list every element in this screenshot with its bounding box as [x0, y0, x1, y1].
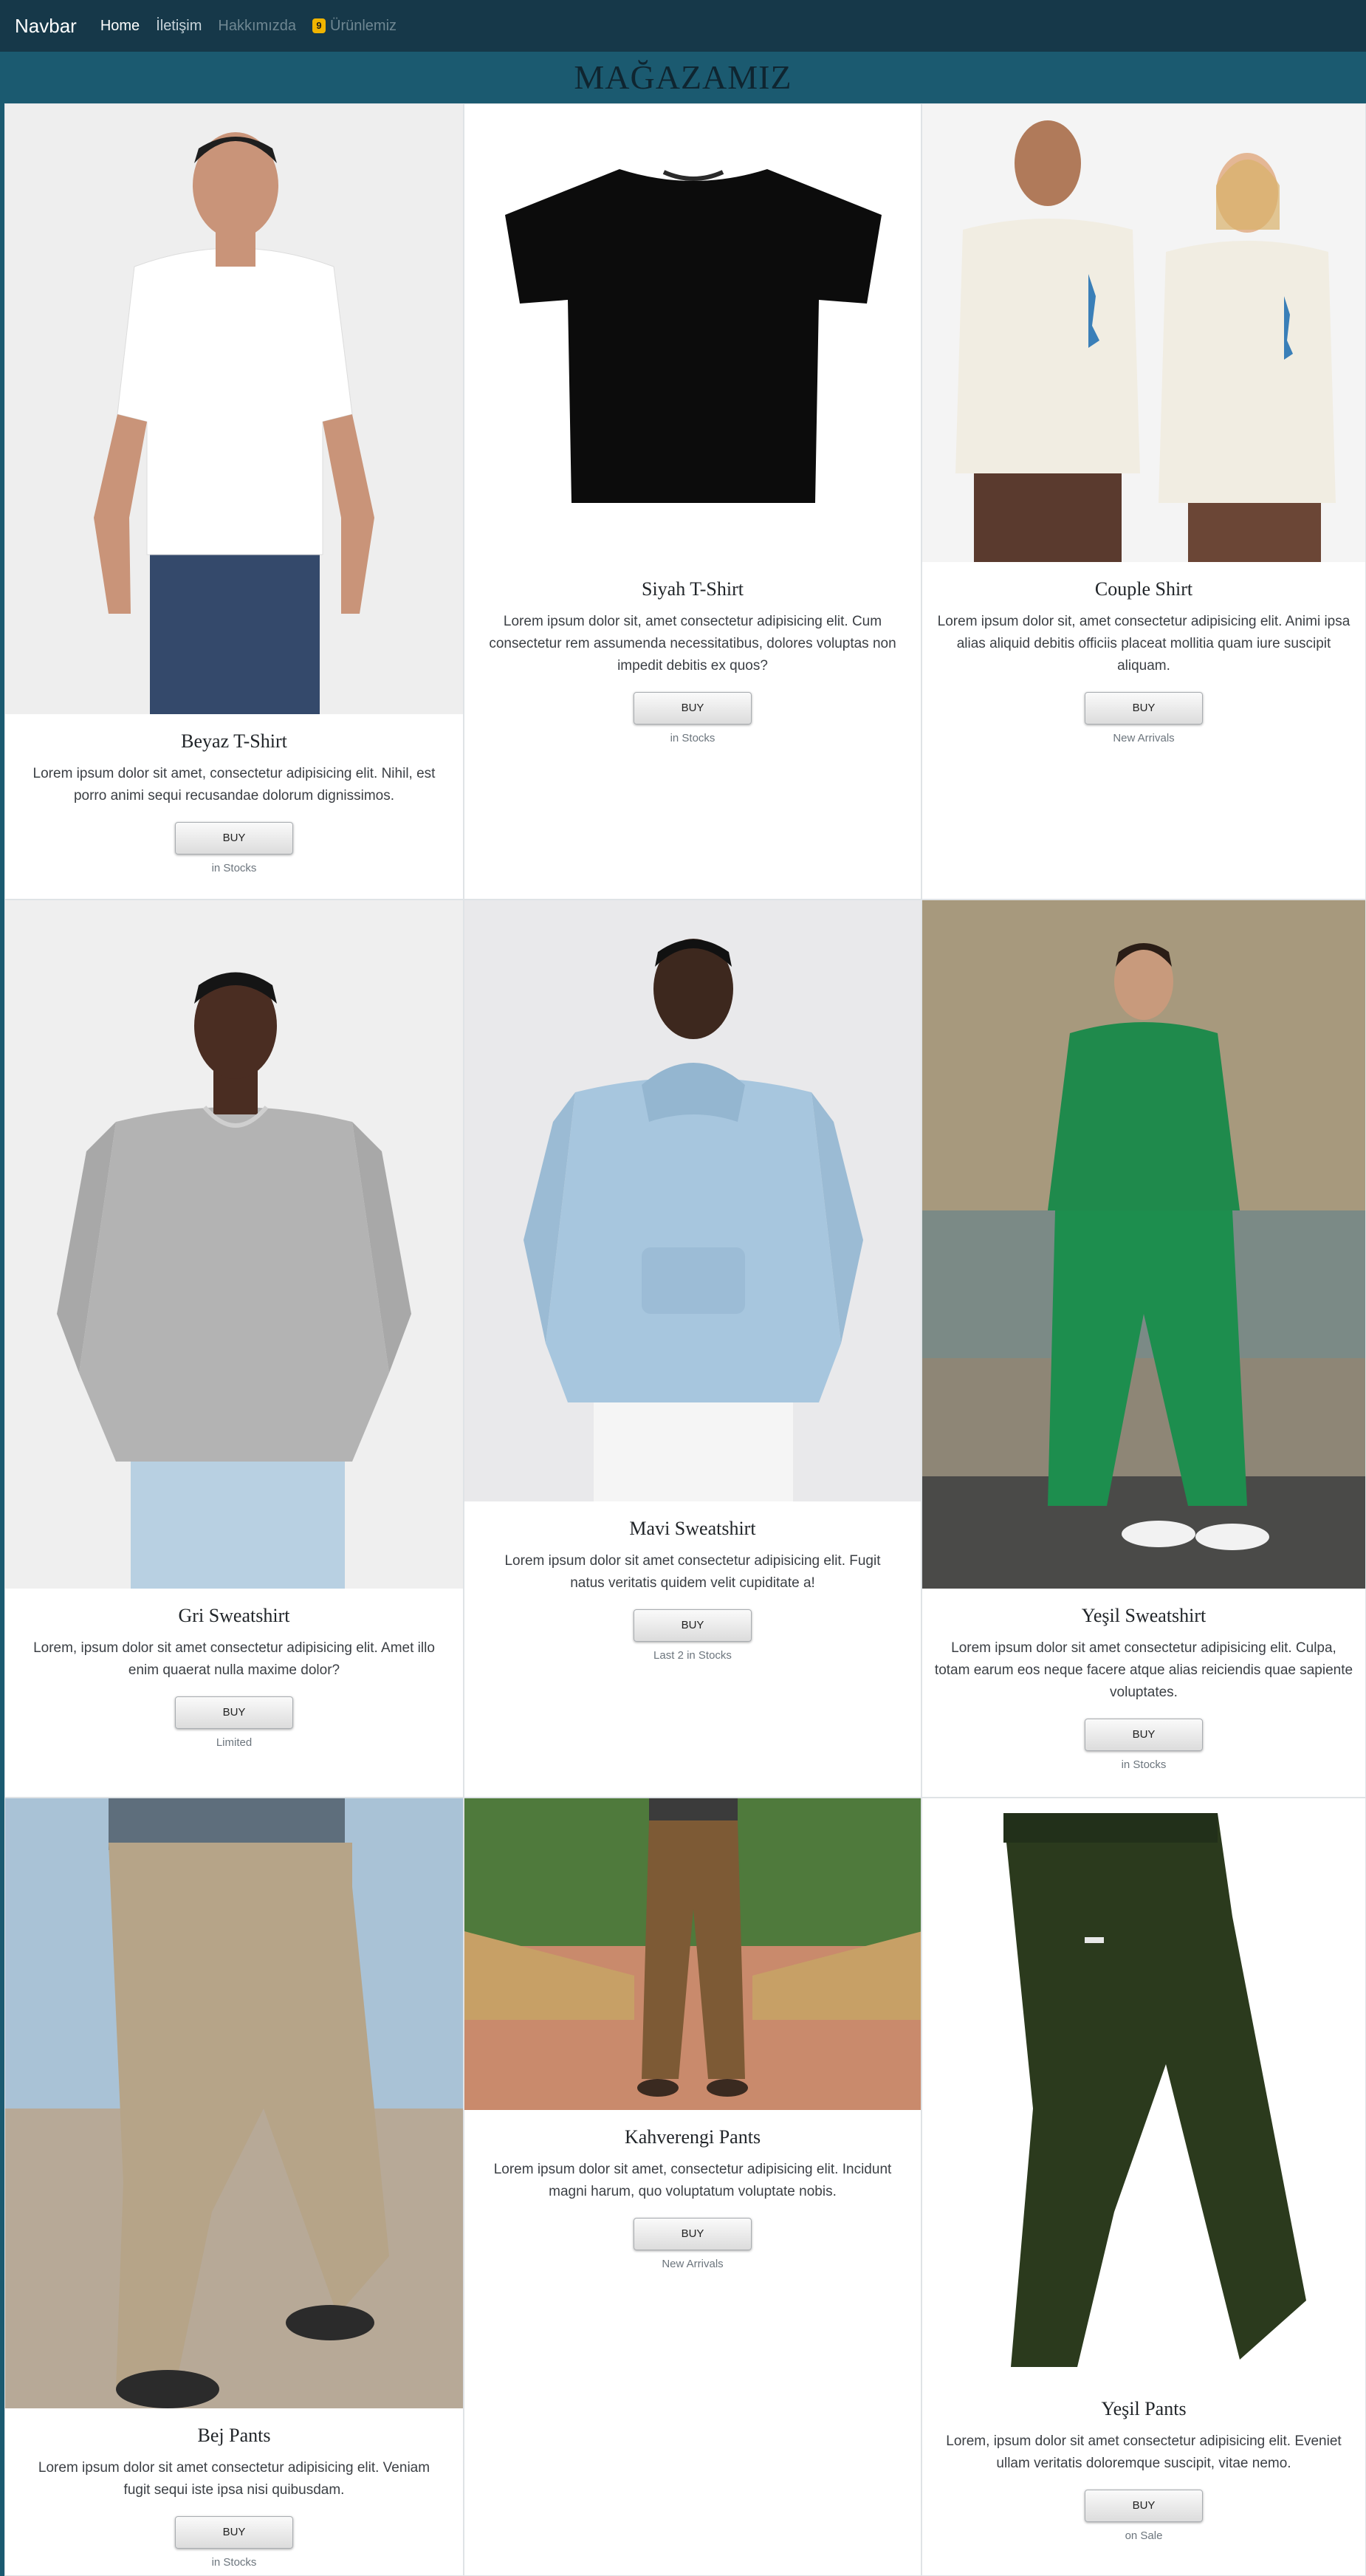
product-image-yesil-pants: [922, 1798, 1365, 2382]
product-card-yesil-pants: Yeşil Pants Lorem, ipsum dolor sit amet …: [921, 1798, 1366, 2576]
navbar-brand[interactable]: Navbar: [15, 15, 77, 38]
nav-link-iletisim[interactable]: İletişim: [156, 18, 202, 35]
product-image-bej-pants: [5, 1798, 463, 2408]
product-image-mavi-sweatshirt: [464, 900, 921, 1501]
stock-status: in Stocks: [211, 2556, 257, 2569]
buy-button[interactable]: BUY: [175, 1696, 293, 1729]
nav-link-hakkimizda[interactable]: Hakkımızda: [218, 18, 296, 35]
nav-link-urunlerimiz-label: Ürünlemiz: [330, 17, 397, 34]
product-description: Lorem ipsum dolor sit amet, consectetur …: [32, 766, 436, 804]
nav-link-home[interactable]: Home: [100, 18, 140, 35]
product-title: Bej Pants: [197, 2425, 271, 2446]
product-card-bej-pants: Bej Pants Lorem ipsum dolor sit amet con…: [4, 1798, 464, 2576]
product-card-mavi-sweatshirt: Mavi Sweatshirt Lorem ipsum dolor sit am…: [464, 900, 921, 1798]
page-title: MAĞAZAMIZ: [574, 58, 792, 96]
product-description: Lorem ipsum dolor sit, amet consectetur …: [489, 614, 896, 674]
product-image-kahverengi-pants: [464, 1798, 921, 2110]
product-description: Lorem ipsum dolor sit amet consectetur a…: [934, 1640, 1353, 1700]
stock-status: New Arrivals: [662, 2258, 724, 2270]
buy-button[interactable]: BUY: [634, 692, 752, 724]
product-description: Lorem ipsum dolor sit, amet consectetur …: [937, 614, 1350, 674]
stock-status: in Stocks: [1121, 1758, 1167, 1771]
product-description: Lorem, ipsum dolor sit amet consectetur …: [33, 1640, 435, 1678]
product-title: Yeşil Pants: [1101, 2398, 1187, 2419]
buy-button[interactable]: BUY: [634, 1609, 752, 1642]
products-count-badge: 9: [312, 18, 326, 33]
buy-button[interactable]: BUY: [1085, 1719, 1203, 1751]
product-card-yesil-sweatshirt: Yeşil Sweatshirt Lorem ipsum dolor sit a…: [921, 900, 1366, 1798]
stock-status: New Arrivals: [1113, 732, 1175, 744]
buy-button[interactable]: BUY: [1085, 692, 1203, 724]
product-description: Lorem ipsum dolor sit amet consectetur a…: [38, 2460, 430, 2498]
stock-status: in Stocks: [211, 862, 257, 874]
buy-button[interactable]: BUY: [634, 2218, 752, 2250]
product-image-couple-shirt: [922, 104, 1365, 562]
buy-button[interactable]: BUY: [175, 822, 293, 854]
buy-button[interactable]: BUY: [175, 2516, 293, 2549]
nav-link-urunlerimiz[interactable]: 9 Ürünlemiz: [312, 18, 397, 35]
product-title: Mavi Sweatshirt: [629, 1518, 756, 1539]
product-card-kahverengi-pants: Kahverengi Pants Lorem ipsum dolor sit a…: [464, 1798, 921, 2576]
product-title: Yeşil Sweatshirt: [1081, 1605, 1207, 1626]
product-image-siyah-tshirt: [464, 104, 921, 562]
stock-status: Last 2 in Stocks: [653, 1649, 732, 1662]
stock-status: on Sale: [1125, 2529, 1163, 2542]
product-card-siyah-tshirt: Siyah T-Shirt Lorem ipsum dolor sit, ame…: [464, 103, 921, 900]
product-image-beyaz-tshirt: [5, 104, 463, 714]
product-card-beyaz-tshirt: Beyaz T-Shirt Lorem ipsum dolor sit amet…: [4, 103, 464, 900]
product-image-yesil-sweatshirt: [922, 900, 1365, 1589]
product-title: Kahverengi Pants: [624, 2126, 761, 2148]
product-title: Gri Sweatshirt: [178, 1605, 290, 1626]
product-card-couple-shirt: Couple Shirt Lorem ipsum dolor sit, amet…: [921, 103, 1366, 900]
product-description: Lorem ipsum dolor sit amet, consectetur …: [493, 2162, 892, 2199]
navbar: Navbar Home İletişim Hakkımızda 9 Ürünle…: [0, 0, 1366, 52]
stock-status: in Stocks: [670, 732, 715, 744]
product-title: Siyah T-Shirt: [642, 578, 744, 600]
product-image-gri-sweatshirt: [5, 900, 463, 1589]
product-title: Couple Shirt: [1094, 578, 1193, 600]
stock-status: Limited: [216, 1736, 253, 1749]
product-card-gri-sweatshirt: Gri Sweatshirt Lorem, ipsum dolor sit am…: [4, 900, 464, 1798]
buy-button[interactable]: BUY: [1085, 2490, 1203, 2522]
product-description: Lorem, ipsum dolor sit amet consectetur …: [946, 2433, 1342, 2471]
product-description: Lorem ipsum dolor sit amet consectetur a…: [504, 1553, 881, 1591]
product-title: Beyaz T-Shirt: [181, 730, 287, 752]
